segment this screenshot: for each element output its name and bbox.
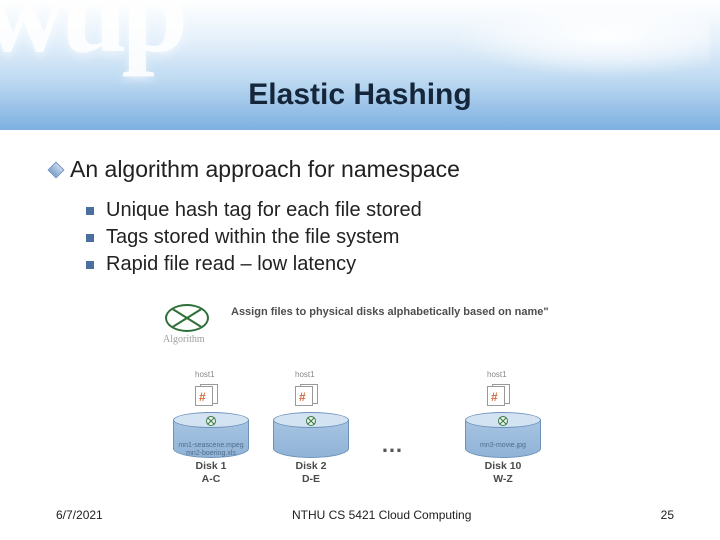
- diagram: Algorithm Assign files to physical disks…: [165, 304, 585, 496]
- hash-icon: #: [491, 391, 498, 403]
- sub-bullet: Unique hash tag for each file stored: [86, 199, 680, 222]
- disk-label: Disk 1A-C: [173, 460, 249, 485]
- disk-icon: mn1-seascene.mpeg mn2-boering.xls Disk 1…: [173, 412, 249, 458]
- footer-date: 6/7/2021: [56, 508, 103, 522]
- square-bullet-icon: [86, 261, 94, 269]
- disk-top-knob-icon: [306, 416, 316, 426]
- slide-title: Elastic Hashing: [0, 78, 720, 112]
- main-bullet-text: An algorithm approach for namespace: [70, 156, 460, 183]
- ellipsis-icon: …: [381, 432, 409, 458]
- file-doc-icon: host1 #: [487, 384, 513, 406]
- file-doc-icon: host1 #: [295, 384, 321, 406]
- host-label: host1: [487, 370, 507, 379]
- disk-label: Disk 2D-E: [273, 460, 349, 485]
- algorithm-label: Algorithm: [163, 334, 205, 345]
- hash-icon: #: [299, 391, 306, 403]
- content-area: An algorithm approach for namespace Uniq…: [50, 156, 680, 280]
- hash-icon: #: [199, 391, 206, 403]
- disk-top-knob-icon: [206, 416, 216, 426]
- host-label: host1: [295, 370, 315, 379]
- square-bullet-icon: [86, 234, 94, 242]
- square-bullet-icon: [86, 207, 94, 215]
- algorithm-icon: [165, 304, 209, 332]
- host-label: host1: [195, 370, 215, 379]
- disk-icon: mn3-movie.jpg Disk 10W-Z: [465, 412, 541, 458]
- disk-body-text: mn3-movie.jpg: [466, 442, 540, 450]
- assign-caption: Assign files to physical disks alphabeti…: [231, 306, 549, 318]
- footer: 6/7/2021 NTHU CS 5421 Cloud Computing 25: [0, 508, 720, 522]
- header-shine: [450, 8, 710, 78]
- footer-course: NTHU CS 5421 Cloud Computing: [292, 508, 471, 522]
- sub-bullet-text: Unique hash tag for each file stored: [106, 199, 422, 222]
- sub-bullet-text: Rapid file read – low latency: [106, 253, 356, 276]
- file-doc-icon: host1 #: [195, 384, 221, 406]
- sub-bullet-text: Tags stored within the file system: [106, 226, 399, 249]
- main-bullet: An algorithm approach for namespace: [50, 156, 680, 183]
- sub-bullet: Rapid file read – low latency: [86, 253, 680, 276]
- disk-icon: Disk 2D-E: [273, 412, 349, 458]
- diamond-bullet-icon: [48, 161, 65, 178]
- disk-label: Disk 10W-Z: [465, 460, 541, 485]
- algorithm-node: Algorithm: [165, 304, 209, 332]
- footer-page: 25: [661, 508, 674, 522]
- sub-bullet: Tags stored within the file system: [86, 226, 680, 249]
- watermark-letters: wup: [0, 0, 182, 80]
- disk-body-text: mn1-seascene.mpeg mn2-boering.xls: [174, 442, 248, 457]
- disk-top-knob-icon: [498, 416, 508, 426]
